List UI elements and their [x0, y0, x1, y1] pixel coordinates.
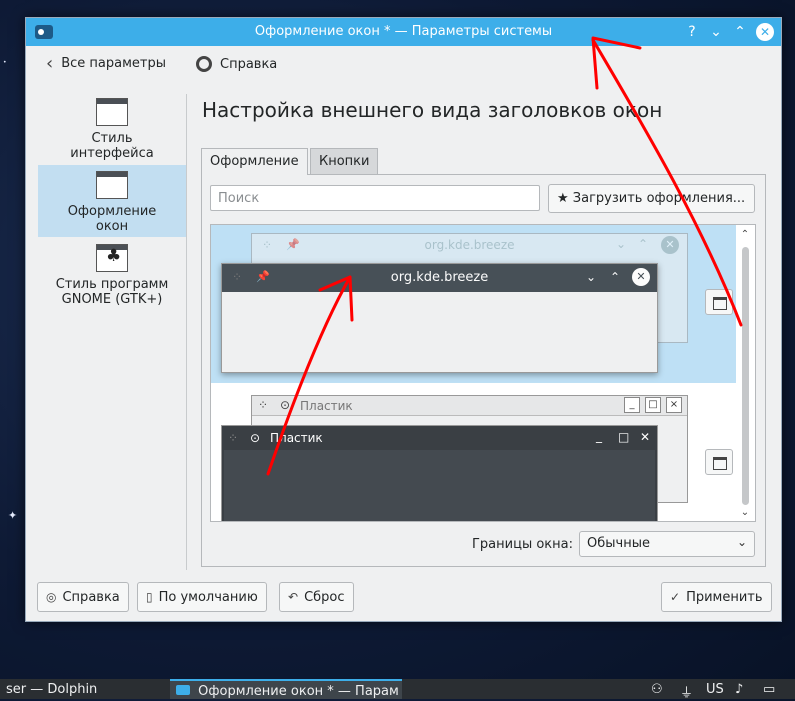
user-icon[interactable]: ⚇	[651, 682, 663, 697]
chevron-down-icon: ⌄	[736, 535, 747, 549]
minimize-icon: _	[596, 429, 602, 443]
gnome-icon	[96, 244, 128, 272]
preview-titlebar: ⁘ ⊙ Пластик _ □ ✕	[222, 426, 657, 450]
close-icon: ×	[666, 397, 682, 413]
sidebar-item-gnome-style[interactable]: Стиль программ GNOME (GTK+)	[38, 244, 186, 314]
reset-button[interactable]: ↶ Сброс	[279, 582, 354, 612]
lifebuoy-icon	[196, 56, 212, 72]
task-dolphin[interactable]: ser — Dolphin	[0, 679, 165, 699]
maximize-icon[interactable]: ⌃	[729, 21, 751, 43]
chevron-down-icon[interactable]: ⌄	[739, 507, 751, 518]
configure-decoration-button[interactable]	[705, 289, 733, 315]
list-item-breeze[interactable]: ⁘ 📌 org.kde.breeze ⌄ ⌃ ✕ ⁘ 📌 org.kde.bre…	[211, 225, 736, 383]
page-title: Настройка внешнего вида заголовков окон	[202, 98, 663, 122]
decoration-list: ⁘ 📌 org.kde.breeze ⌄ ⌃ ✕ ⁘ 📌 org.kde.bre…	[210, 224, 756, 522]
active-window-preview: ⁘ 📌 org.kde.breeze ⌄ ⌃ ✕	[221, 263, 658, 373]
chevron-up-icon[interactable]: ⌃	[739, 229, 751, 240]
preview-titlebar: ⁘ ⊙ Пластик _ □ ×	[252, 396, 687, 416]
sidebar-item-widget-style[interactable]: Стиль интерфейса	[38, 98, 186, 166]
document-icon: ▯	[146, 590, 153, 604]
app-menu-icon: ⁘	[228, 431, 239, 445]
task-system-settings[interactable]: Оформление окон * — Парам	[170, 679, 402, 699]
defaults-button-label: По умолчанию	[158, 589, 258, 605]
toolbar: ‹ Все параметры Справка	[26, 46, 781, 84]
defaults-button[interactable]: ▯ По умолчанию	[137, 582, 267, 612]
help-label: Справка	[220, 56, 278, 72]
tab-decorations[interactable]: Оформление	[201, 148, 308, 175]
task-label: ser — Dolphin	[6, 682, 98, 697]
load-decorations-button[interactable]: ★ Загрузить оформления...	[548, 184, 755, 213]
checkmark-icon: ✓	[670, 590, 681, 604]
sidebar-item-label: Стиль интерфейса	[70, 131, 154, 161]
close-icon[interactable]: ✕	[756, 23, 774, 41]
task-label: Оформление окон * — Парам	[198, 684, 399, 699]
close-icon: ✕	[632, 268, 650, 286]
maximize-icon: ⌃	[610, 270, 621, 284]
window-title: Оформление окон * — Параметры системы	[254, 24, 553, 39]
all-settings-button[interactable]: ‹ Все параметры	[46, 53, 166, 74]
list-item-plastik[interactable]: ⁘ ⊙ Пластик _ □ × ⁘ ⊙ Пластик _ □ ✕	[211, 383, 736, 521]
maximize-icon: ⌃	[638, 237, 649, 251]
minimize-icon: _	[624, 397, 640, 413]
system-settings-icon	[176, 685, 190, 695]
sidebar-item-label: Оформление окон	[67, 204, 157, 234]
sidebar-item-label: Стиль программ GNOME (GTK+)	[55, 277, 169, 307]
help-button[interactable]: ◎ Справка	[37, 582, 129, 612]
settings-window: Оформление окон * — Параметры системы ? …	[25, 17, 782, 622]
tab-buttons[interactable]: Кнопки	[310, 148, 379, 175]
search-input[interactable]	[210, 185, 540, 211]
chevron-left-icon: ‹	[46, 53, 54, 74]
window-style-icon	[96, 98, 128, 126]
active-window-preview: ⁘ ⊙ Пластик _ □ ✕	[221, 425, 658, 521]
reset-button-label: Сброс	[304, 589, 345, 605]
scroll-track[interactable]	[742, 247, 749, 505]
close-icon: ✕	[661, 236, 679, 254]
maximize-icon: □	[645, 397, 661, 413]
volume-icon[interactable]: ♪	[735, 682, 743, 697]
keyboard-layout[interactable]: US	[706, 682, 724, 697]
all-settings-label: Все параметры	[61, 56, 166, 71]
lifebuoy-icon: ◎	[46, 590, 57, 604]
sidebar-item-window-decorations[interactable]: Оформление окон	[38, 165, 186, 237]
star-decoration: ✦	[8, 509, 18, 522]
preview-client-area	[224, 450, 655, 521]
on-all-desktops-icon: ⊙	[280, 398, 291, 412]
sidebar: Стиль интерфейса Оформление окон Стиль п…	[38, 94, 186, 570]
maximize-icon: □	[618, 430, 630, 444]
on-all-desktops-icon: ⊙	[250, 431, 261, 445]
preview-titlebar: ⁘ 📌 org.kde.breeze ⌄ ⌃ ✕	[252, 234, 687, 256]
sidebar-divider	[186, 94, 187, 570]
apply-button-label: Применить	[686, 589, 763, 605]
taskbar: ser — Dolphin Оформление окон * — Парам …	[0, 679, 795, 701]
help-icon[interactable]: ?	[681, 21, 703, 43]
star-decoration: •	[3, 59, 7, 66]
minimize-icon[interactable]: ⌄	[705, 21, 727, 43]
window-titlebar[interactable]: Оформление окон * — Параметры системы ? …	[26, 18, 781, 46]
load-decorations-label: Загрузить оформления...	[572, 191, 746, 206]
star-icon: ★	[557, 191, 569, 206]
border-size-label: Границы окна:	[472, 537, 573, 552]
border-size-select[interactable]: Обычные ⌄	[579, 531, 755, 557]
battery-icon[interactable]: ▭	[763, 682, 775, 697]
close-icon: ✕	[640, 430, 651, 444]
usb-icon[interactable]: ⏚	[680, 682, 693, 701]
minimize-icon: ⌄	[616, 237, 627, 251]
minimize-icon: ⌄	[586, 270, 597, 284]
undo-icon: ↶	[288, 590, 299, 604]
app-menu-icon: ⁘	[258, 398, 269, 412]
preview-titlebar: ⁘ 📌 org.kde.breeze ⌄ ⌃ ✕	[222, 264, 657, 292]
apply-button[interactable]: ✓ Применить	[661, 582, 772, 612]
border-size-value: Обычные	[587, 536, 650, 551]
window-decoration-icon	[96, 171, 128, 199]
help-button-label: Справка	[62, 589, 120, 605]
list-scrollbar[interactable]: ⌃ ⌄	[739, 229, 751, 518]
configure-decoration-button[interactable]	[705, 449, 733, 475]
help-toolbar-button[interactable]: Справка	[196, 56, 277, 72]
